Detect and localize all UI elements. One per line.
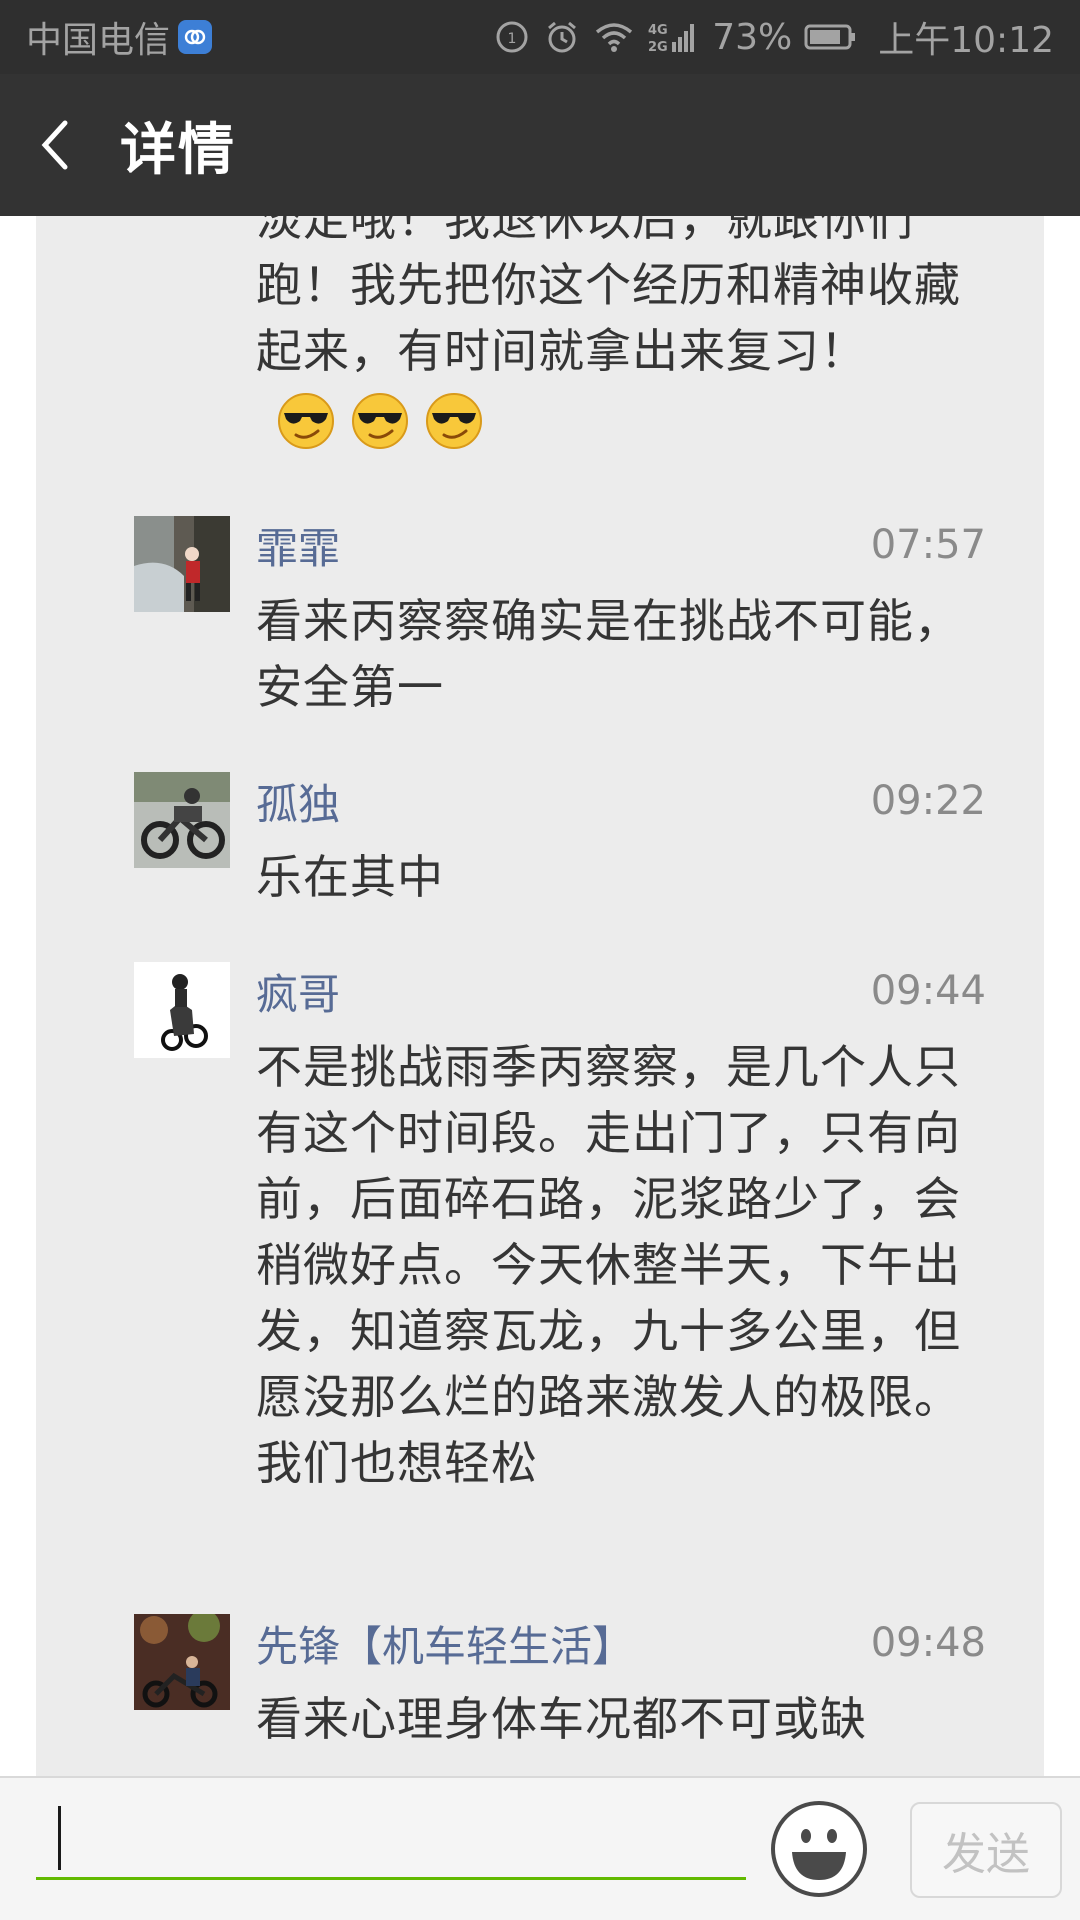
comment-body: 孤独 09:22 乐在其中 <box>256 772 986 910</box>
comment-header: 孤独 09:22 <box>256 772 986 830</box>
carrier-name: 中国电信 <box>26 20 171 61</box>
sunglasses-emoji-icon <box>352 392 408 449</box>
avatar[interactable] <box>134 962 230 1058</box>
status-right: 1 4G 2G 73% 上午10:12 <box>494 11 1054 63</box>
svg-text:2G: 2G <box>648 40 668 54</box>
battery-icon <box>804 23 856 51</box>
emoji-row <box>276 391 484 451</box>
comment-time: 09:48 <box>870 1620 986 1666</box>
carrier-badge-icon <box>178 20 213 54</box>
comment-list[interactable]: 淡定哦！我退休以后，就跟你们跑！我先把你这个经历和精神收藏起来，有时间就拿出来复… <box>36 216 1044 1776</box>
sunglasses-emoji-icon <box>426 392 482 449</box>
comment-body: 疯哥 09:44 不是挑战雨季丙察察，是几个人只有这个时间段。走出门了，只有向前… <box>256 962 986 1496</box>
comment-text: 淡定哦！我退休以后，就跟你们跑！我先把你这个经历和精神收藏起来，有时间就拿出来复… <box>256 216 961 378</box>
comment-header: 霏霏 07:57 <box>256 516 986 574</box>
chevron-left-icon <box>41 120 68 170</box>
avatar[interactable] <box>134 1614 230 1710</box>
back-button[interactable] <box>0 74 110 216</box>
comment-input[interactable] <box>36 1796 746 1880</box>
comment-text: 看来丙察察确实是在挑战不可能，安全第一 <box>256 594 961 714</box>
clock: 上午10:12 <box>878 20 1054 61</box>
avatar[interactable] <box>134 772 230 868</box>
text-caret <box>58 1806 61 1870</box>
send-button[interactable]: 发送 <box>910 1802 1062 1898</box>
avatar[interactable] <box>134 516 230 612</box>
comment-header: 先锋【机车轻生活】 09:48 <box>256 1614 986 1672</box>
sunglasses-emoji-icon <box>278 392 334 449</box>
svg-text:1: 1 <box>508 31 517 47</box>
comment-time: 09:22 <box>870 778 986 824</box>
partial-comment: 淡定哦！我退休以后，就跟你们跑！我先把你这个经历和精神收藏起来，有时间就拿出来复… <box>256 216 996 451</box>
emoji-button[interactable] <box>770 1800 868 1898</box>
comment-author[interactable]: 疯哥 <box>256 961 340 1022</box>
page-title: 详情 <box>120 117 236 183</box>
comment-text: 乐在其中 <box>256 850 444 904</box>
comment-body: 霏霏 07:57 看来丙察察确实是在挑战不可能，安全第一 <box>256 516 986 720</box>
alarm-icon <box>544 19 580 55</box>
input-bar: 发送 <box>0 1776 1080 1920</box>
status-bar: 中国电信 1 4G 2G 73% 上午10:12 <box>0 0 1080 74</box>
comment-author[interactable]: 先锋【机车轻生活】 <box>256 1613 634 1674</box>
comment-body: 先锋【机车轻生活】 09:48 看来心理身体车况都不可或缺 <box>256 1614 986 1752</box>
status-left: 中国电信 <box>26 11 213 63</box>
comment-header: 疯哥 09:44 <box>256 962 986 1020</box>
comment-time: 09:44 <box>870 968 986 1014</box>
signal-icon: 4G 2G <box>648 20 698 54</box>
emoji-face-icon <box>771 1801 867 1897</box>
svg-text:4G: 4G <box>648 23 668 38</box>
title-bar: 详情 <box>0 74 1080 216</box>
wifi-icon <box>594 20 634 54</box>
battery-percent: 73% <box>712 16 793 58</box>
comment-time: 07:57 <box>870 522 986 568</box>
comment-text: 看来心理身体车况都不可或缺 <box>256 1692 867 1746</box>
hd-call-icon: 1 <box>494 19 530 55</box>
comment-author[interactable]: 孤独 <box>256 771 340 832</box>
comment-author[interactable]: 霏霏 <box>256 515 340 576</box>
comment-text: 不是挑战雨季丙察察，是几个人只有这个时间段。走出门了，只有向前，后面碎石路，泥浆… <box>256 1040 961 1490</box>
